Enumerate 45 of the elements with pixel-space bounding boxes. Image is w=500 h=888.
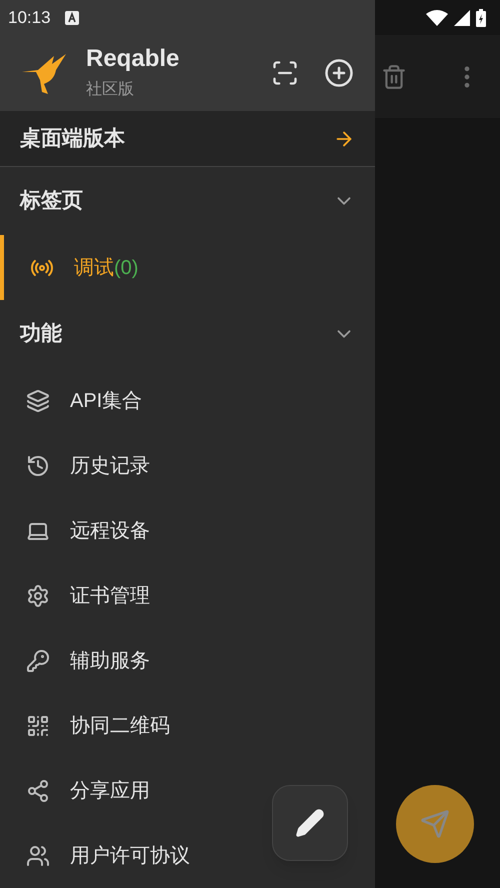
drawer-item[interactable]: API集合 <box>0 368 375 433</box>
qr-code-icon <box>26 714 50 738</box>
history-icon <box>26 454 50 478</box>
item-label: API集合 <box>70 388 142 414</box>
people-icon <box>26 844 50 868</box>
settings-icon <box>26 584 50 608</box>
item-label: 远程设备 <box>70 518 150 544</box>
drawer-item[interactable]: 历史记录 <box>0 433 375 498</box>
item-label: 证书管理 <box>70 584 150 608</box>
add-icon <box>324 58 354 88</box>
drawer-item[interactable]: 协同二维码 <box>0 693 375 758</box>
desktop-version-row[interactable]: 桌面端版本 <box>0 111 375 167</box>
drawer-item[interactable]: 远程设备 <box>0 498 375 563</box>
item-label: 用户许可协议 <box>70 844 190 868</box>
app-name: Reqable <box>86 44 180 74</box>
paper-plane-icon <box>420 809 450 839</box>
item-label: 调试 <box>74 256 114 280</box>
item-label: 历史记录 <box>70 454 150 478</box>
section-title: 功能 <box>20 321 63 348</box>
drawer-item[interactable]: 分享应用 <box>0 758 375 823</box>
delete-icon[interactable] <box>381 64 407 90</box>
drawer-item[interactable]: 用户许可协议 <box>0 823 375 888</box>
wifi-icon <box>426 10 448 26</box>
section-header[interactable]: 功能 <box>0 300 375 368</box>
section-header[interactable]: 标签页 <box>0 167 375 235</box>
edition-label: 社区版 <box>86 80 135 100</box>
key-icon <box>26 648 50 672</box>
scan-icon <box>271 59 299 88</box>
desktop-version-label: 桌面端版本 <box>20 126 126 152</box>
item-label: 分享应用 <box>70 778 150 804</box>
section-title: 标签页 <box>20 188 84 214</box>
drawer-item[interactable]: 辅助服务 <box>0 628 375 693</box>
notification-icon <box>64 10 79 24</box>
pencil-icon <box>295 808 325 838</box>
item-count: (0) <box>114 256 138 280</box>
drawer-item[interactable]: 调试(0) <box>0 235 375 300</box>
signal-icon <box>454 10 470 26</box>
edit-button[interactable] <box>272 785 348 861</box>
item-label: 协同二维码 <box>70 714 170 738</box>
stack-icon <box>26 388 50 412</box>
battery-icon <box>476 8 486 26</box>
drawer-item[interactable]: 证书管理 <box>0 563 375 628</box>
share-icon <box>26 778 50 802</box>
status-time: 10:13 <box>8 6 51 29</box>
item-label: 辅助服务 <box>70 648 150 674</box>
